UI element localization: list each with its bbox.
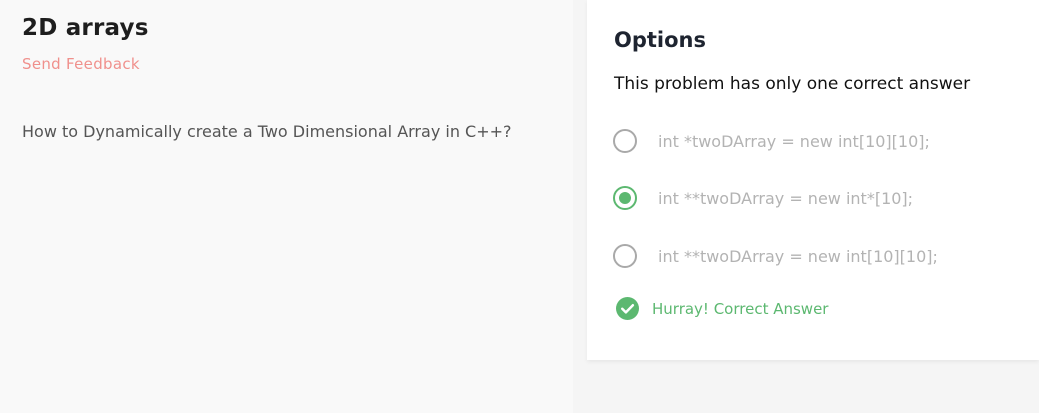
result-text: Hurray! Correct Answer bbox=[652, 299, 829, 318]
option-3[interactable]: int **twoDArray = new int[10][10]; bbox=[613, 241, 938, 271]
option-1-radio[interactable] bbox=[613, 129, 637, 153]
check-circle-icon bbox=[616, 297, 639, 320]
option-2-radio[interactable] bbox=[613, 186, 637, 210]
option-1[interactable]: int *twoDArray = new int[10][10]; bbox=[613, 126, 930, 156]
problem-page: 2D arrays Send Feedback How to Dynamical… bbox=[0, 0, 1039, 413]
options-title: Options bbox=[614, 28, 706, 52]
option-3-label: int **twoDArray = new int[10][10]; bbox=[658, 246, 938, 266]
question-text: How to Dynamically create a Two Dimensio… bbox=[22, 122, 512, 141]
option-2-label: int **twoDArray = new int*[10]; bbox=[658, 188, 914, 208]
result-message: Hurray! Correct Answer bbox=[616, 297, 828, 320]
option-2[interactable]: int **twoDArray = new int*[10]; bbox=[613, 183, 913, 213]
options-subtitle: This problem has only one correct answer bbox=[614, 74, 971, 94]
option-1-label: int *twoDArray = new int[10][10]; bbox=[658, 131, 930, 151]
problem-title: 2D arrays bbox=[22, 15, 149, 41]
option-3-radio[interactable] bbox=[613, 244, 637, 268]
problem-panel: 2D arrays Send Feedback How to Dynamical… bbox=[0, 0, 573, 413]
options-card: Options This problem has only one correc… bbox=[587, 0, 1039, 360]
send-feedback-link[interactable]: Send Feedback bbox=[22, 55, 140, 73]
